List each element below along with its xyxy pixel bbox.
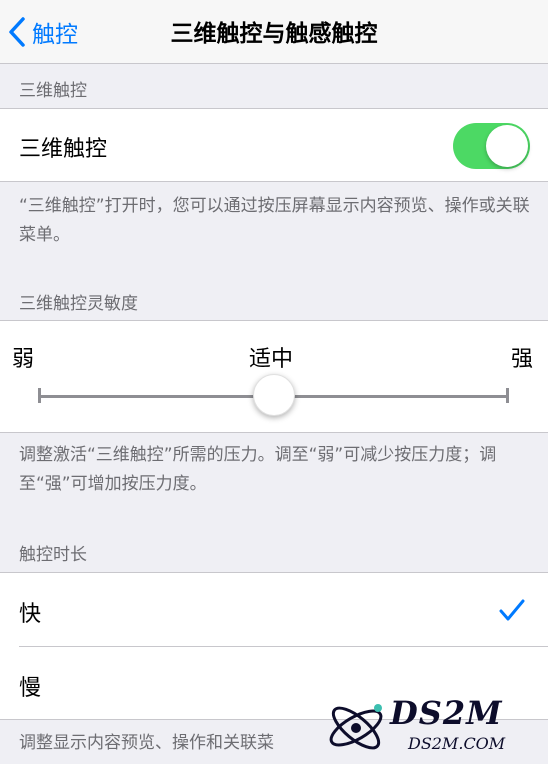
- sensitivity-footer: 调整激活“三维触控”所需的压力。调至“弱”可减少按压力度；调至“强”可增加按压力…: [19, 445, 497, 494]
- duration-option-label: 快: [19, 602, 42, 627]
- 3d-touch-row: 三维触控: [0, 108, 548, 182]
- 3d-touch-toggle[interactable]: [453, 123, 530, 169]
- section-header-duration: 触控时长: [19, 545, 87, 565]
- watermark-title: DS2M: [390, 694, 503, 732]
- page-title: 三维触控与触感触控: [170, 21, 378, 47]
- slider-tick-max: [506, 388, 509, 403]
- slider-thumb[interactable]: [253, 374, 295, 416]
- slider-label-weak: 弱: [12, 347, 35, 372]
- atom-logo-icon: [329, 704, 383, 750]
- slider-label-strong: 强: [511, 347, 534, 372]
- 3d-touch-label: 三维触控: [19, 137, 108, 162]
- duration-option-fast[interactable]: 快: [0, 573, 548, 647]
- slider-tick-min: [38, 388, 41, 403]
- duration-option-label: 慢: [19, 676, 42, 701]
- slider-label-medium: 适中: [249, 347, 294, 372]
- sensitivity-slider-group: 弱 适中 强: [0, 320, 548, 433]
- toggle-knob: [486, 125, 528, 167]
- 3d-touch-footer: “三维触控”打开时，您可以通过按压屏幕显示内容预览、操作或关联菜单。: [19, 196, 530, 245]
- section-header-3d-touch: 三维触控: [19, 81, 87, 101]
- watermark-url: DS2M.COM: [408, 734, 506, 753]
- navigation-bar: 触控 三维触控与触感触控: [0, 0, 548, 64]
- watermark-logo: DS2M DS2M.COM: [320, 690, 548, 764]
- checkmark-icon: [499, 599, 525, 621]
- section-header-sensitivity: 三维触控灵敏度: [19, 294, 138, 314]
